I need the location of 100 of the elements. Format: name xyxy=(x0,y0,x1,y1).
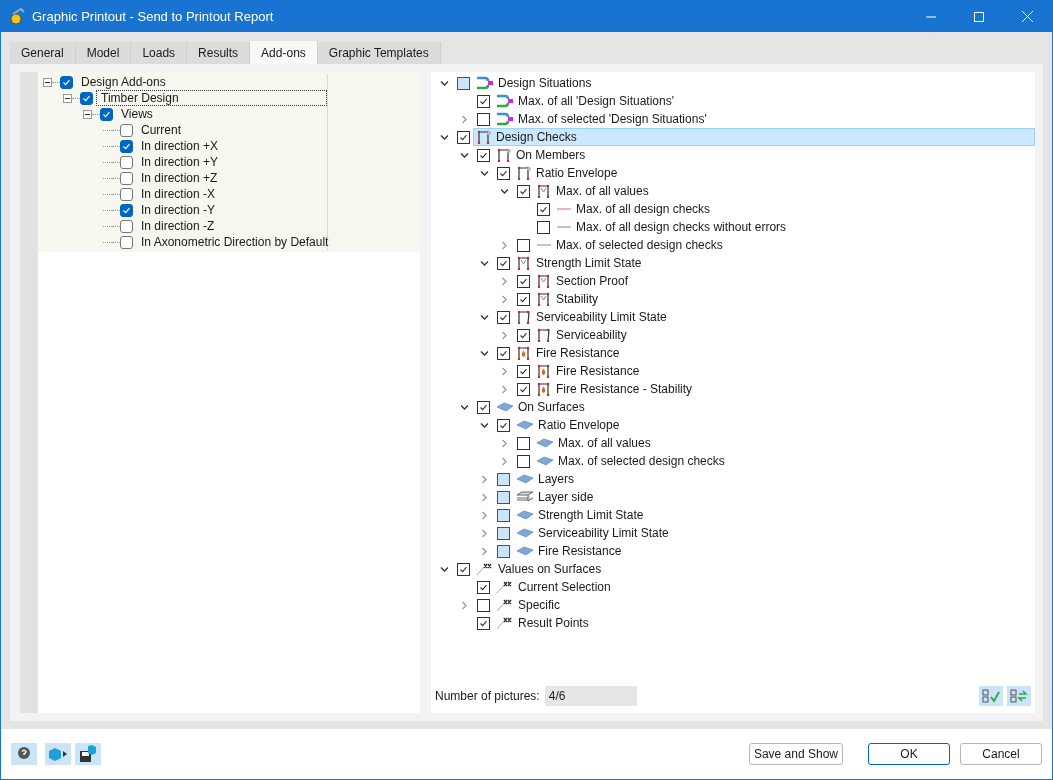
checkbox[interactable] xyxy=(517,184,530,198)
checkbox[interactable] xyxy=(497,256,510,270)
checkbox[interactable] xyxy=(497,166,510,180)
checkbox[interactable] xyxy=(517,454,530,468)
tree-item[interactable]: Fire Resistance xyxy=(513,344,1035,362)
checkbox[interactable] xyxy=(497,418,510,432)
checkbox[interactable] xyxy=(120,139,133,153)
tree-item[interactable]: Serviceability xyxy=(533,326,1035,344)
tree-item[interactable]: Result Points xyxy=(493,614,1035,632)
checkbox[interactable] xyxy=(497,472,510,486)
tree-item[interactable]: Serviceability Limit State xyxy=(513,524,1035,542)
tree-item[interactable]: Current xyxy=(136,122,182,138)
tree-item[interactable]: Design Add-ons xyxy=(76,74,167,90)
chevron-icon[interactable] xyxy=(499,186,509,196)
checkbox[interactable] xyxy=(497,508,510,522)
tree-item[interactable]: Max. of all design checks without errors xyxy=(553,218,1035,236)
chevron-icon[interactable] xyxy=(459,150,469,160)
tab[interactable]: Graphic Templates xyxy=(317,42,441,64)
checkbox[interactable] xyxy=(537,202,550,216)
dialog-button[interactable]: Save and Show xyxy=(748,743,843,765)
checkbox[interactable] xyxy=(120,235,133,249)
checkbox[interactable] xyxy=(80,91,93,105)
maximize-icon[interactable] xyxy=(974,11,984,22)
checkbox[interactable] xyxy=(477,148,490,162)
tab[interactable]: Results xyxy=(187,42,251,64)
checkbox[interactable] xyxy=(517,436,530,450)
tree-item[interactable]: Max. of selected design checks xyxy=(533,236,1035,254)
checkbox[interactable] xyxy=(517,274,530,288)
tree-item[interactable]: In direction +Y xyxy=(136,154,220,170)
checkbox[interactable] xyxy=(120,155,133,169)
checkbox[interactable] xyxy=(497,526,510,540)
collapse-toggle-icon[interactable] xyxy=(83,109,92,119)
checkbox[interactable] xyxy=(477,598,490,612)
tree-item[interactable]: On Members xyxy=(493,146,1035,164)
tree-item[interactable]: Values on Surfaces xyxy=(473,560,1035,578)
tab[interactable]: General xyxy=(10,42,76,64)
help-button[interactable] xyxy=(11,743,37,765)
chevron-icon[interactable] xyxy=(479,258,489,268)
checkbox[interactable] xyxy=(60,75,73,89)
tree-item[interactable]: Fire Resistance xyxy=(533,362,1035,380)
dialog-button[interactable]: OK xyxy=(868,743,950,765)
checkbox[interactable] xyxy=(517,364,530,378)
chevron-icon[interactable] xyxy=(439,132,449,142)
tree-item[interactable]: Max. of all values xyxy=(533,182,1035,200)
tree-item[interactable]: Layer side xyxy=(513,488,1035,506)
close-icon[interactable] xyxy=(1022,11,1033,22)
checkbox[interactable] xyxy=(477,112,490,126)
tree-item[interactable]: Serviceability Limit State xyxy=(513,308,1035,326)
checkbox[interactable] xyxy=(100,107,113,121)
checkbox[interactable] xyxy=(537,220,550,234)
tree-item[interactable]: Fire Resistance xyxy=(513,542,1035,560)
checkbox[interactable] xyxy=(457,562,470,576)
tree-item[interactable]: Max. of selected 'Design Situations' xyxy=(493,110,1035,128)
tree-item[interactable]: Max. of selected design checks xyxy=(533,452,1035,470)
tree-item[interactable]: Max. of all 'Design Situations' xyxy=(493,92,1035,110)
tree-item[interactable]: Layers xyxy=(513,470,1035,488)
tree-item[interactable]: Views xyxy=(116,106,154,122)
tree-item[interactable]: In direction +X xyxy=(136,138,220,154)
tab[interactable]: Loads xyxy=(131,42,188,64)
checkbox[interactable] xyxy=(477,580,490,594)
checkbox[interactable] xyxy=(517,328,530,342)
checkbox[interactable] xyxy=(477,94,490,108)
checkbox[interactable] xyxy=(457,76,470,90)
collapse-toggle-icon[interactable] xyxy=(63,93,72,103)
checkbox[interactable] xyxy=(497,544,510,558)
tree-item[interactable]: Ratio Envelope xyxy=(513,416,1035,434)
checkbox[interactable] xyxy=(517,382,530,396)
chevron-icon[interactable] xyxy=(479,348,489,358)
save-button[interactable] xyxy=(75,743,101,765)
collapse-toggle-icon[interactable] xyxy=(43,77,52,87)
checkbox[interactable] xyxy=(497,346,510,360)
tree-item[interactable]: Max. of all values xyxy=(533,434,1035,452)
checkbox[interactable] xyxy=(120,219,133,233)
tree-item[interactable]: In direction -Z xyxy=(136,218,216,234)
chevron-icon[interactable] xyxy=(459,402,469,412)
checkbox[interactable] xyxy=(517,238,530,252)
tree-item[interactable]: Stability xyxy=(533,290,1035,308)
checkbox[interactable] xyxy=(477,616,490,630)
chevron-icon[interactable] xyxy=(439,564,449,574)
tree-item[interactable]: Fire Resistance - Stability xyxy=(533,380,1035,398)
checkbox[interactable] xyxy=(120,187,133,201)
tab[interactable]: Add-ons xyxy=(250,41,318,64)
tree-item[interactable]: Ratio Envelope xyxy=(513,164,1035,182)
chevron-icon[interactable] xyxy=(479,168,489,178)
tree-item[interactable]: On Surfaces xyxy=(493,398,1035,416)
tree-item[interactable]: Design Situations xyxy=(473,74,1035,92)
checkbox[interactable] xyxy=(477,400,490,414)
tree-item[interactable]: Current Selection xyxy=(493,578,1035,596)
tree-item[interactable]: Timber Design xyxy=(96,90,327,106)
chevron-icon[interactable] xyxy=(439,78,449,88)
dialog-button[interactable]: Cancel xyxy=(960,743,1042,765)
tree-item[interactable]: In direction -Y xyxy=(136,202,217,218)
checkbox[interactable] xyxy=(517,292,530,306)
tree-item[interactable]: In direction -X xyxy=(136,186,217,202)
chevron-icon[interactable] xyxy=(479,420,489,430)
checkbox[interactable] xyxy=(497,490,510,504)
checkbox[interactable] xyxy=(120,171,133,185)
checkbox[interactable] xyxy=(120,203,133,217)
checkbox[interactable] xyxy=(497,310,510,324)
tree-item[interactable]: Max. of all design checks xyxy=(553,200,1035,218)
